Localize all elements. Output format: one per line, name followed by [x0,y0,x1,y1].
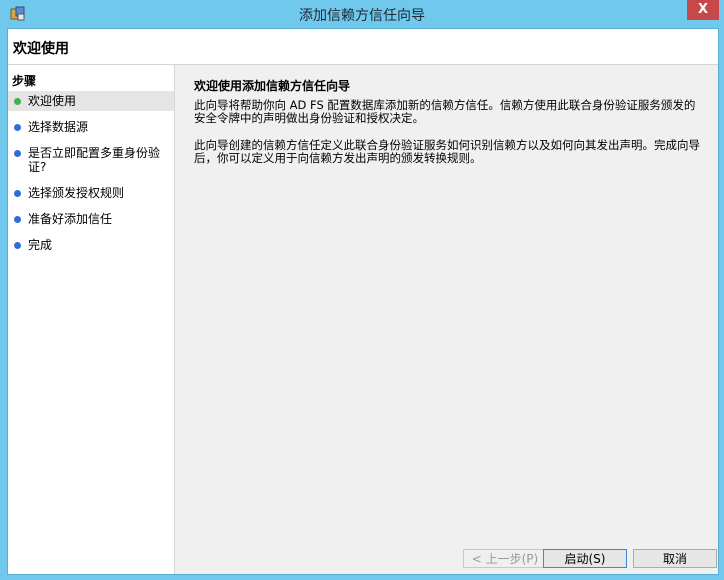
wizard-content: 欢迎使用添加信赖方信任向导 此向导将帮助你向 AD FS 配置数据库添加新的信赖… [176,65,718,537]
page-title: 欢迎使用 [13,41,69,57]
button-bar: < 上一步(P) 启动(S) 取消 [176,539,718,574]
steps-list: 欢迎使用 选择数据源 是否立即配置多重身份验证? 选择颁发授权规则 准备好添加信… [8,91,174,261]
step-dot-icon [14,242,21,249]
step-item-configure-mfa: 是否立即配置多重身份验证? [8,143,174,177]
step-item-welcome: 欢迎使用 [8,91,174,111]
step-label: 选择颁发授权规则 [28,186,125,200]
steps-title: 步骤 [12,74,37,88]
step-dot-icon [14,190,21,197]
intro-paragraph: 此向导将帮助你向 AD FS 配置数据库添加新的信赖方信任。信赖方使用此联合身份… [194,98,696,125]
step-label: 是否立即配置多重身份验证? [28,146,161,174]
close-button[interactable]: X [687,0,719,20]
step-item-issuance-rules: 选择颁发授权规则 [8,183,174,203]
step-label: 完成 [28,238,53,252]
cancel-button[interactable]: 取消 [633,549,717,568]
step-item-finish: 完成 [8,235,174,255]
step-item-select-data-source: 选择数据源 [8,117,174,137]
step-label: 准备好添加信任 [28,212,113,226]
window-title: 添加信赖方信任向导 [299,8,425,24]
step-current-dot-icon [14,98,21,105]
step-label: 欢迎使用 [28,94,77,108]
steps-panel: 步骤 欢迎使用 选择数据源 是否立即配置多重身份验证? 选择颁发授权规则 准备好… [8,65,175,574]
content-heading: 欢迎使用添加信赖方信任向导 [194,79,351,93]
start-button[interactable]: 启动(S) [543,549,627,568]
step-dot-icon [14,124,21,131]
watermark-text: 六敬暗涅 [8,560,61,575]
details-paragraph: 此向导创建的信赖方信任定义此联合身份验证服务如何识别信赖方以及如何向其发出声明。… [194,138,700,165]
step-dot-icon [14,216,21,223]
wizard-client-area: 欢迎使用 步骤 欢迎使用 选择数据源 是否立即配置多重身份验证? 选择颁发授权规… [7,28,719,575]
wizard-window: 添加信赖方信任向导 X 欢迎使用 步骤 欢迎使用 选择数据源 是否立即配置多重身… [0,0,724,580]
step-item-ready-to-add: 准备好添加信任 [8,209,174,229]
title-bar: 添加信赖方信任向导 X [0,0,724,28]
wizard-header: 欢迎使用 [8,29,718,65]
step-label: 选择数据源 [28,120,89,134]
step-dot-icon [14,150,21,157]
back-button[interactable]: < 上一步(P) [463,549,547,568]
